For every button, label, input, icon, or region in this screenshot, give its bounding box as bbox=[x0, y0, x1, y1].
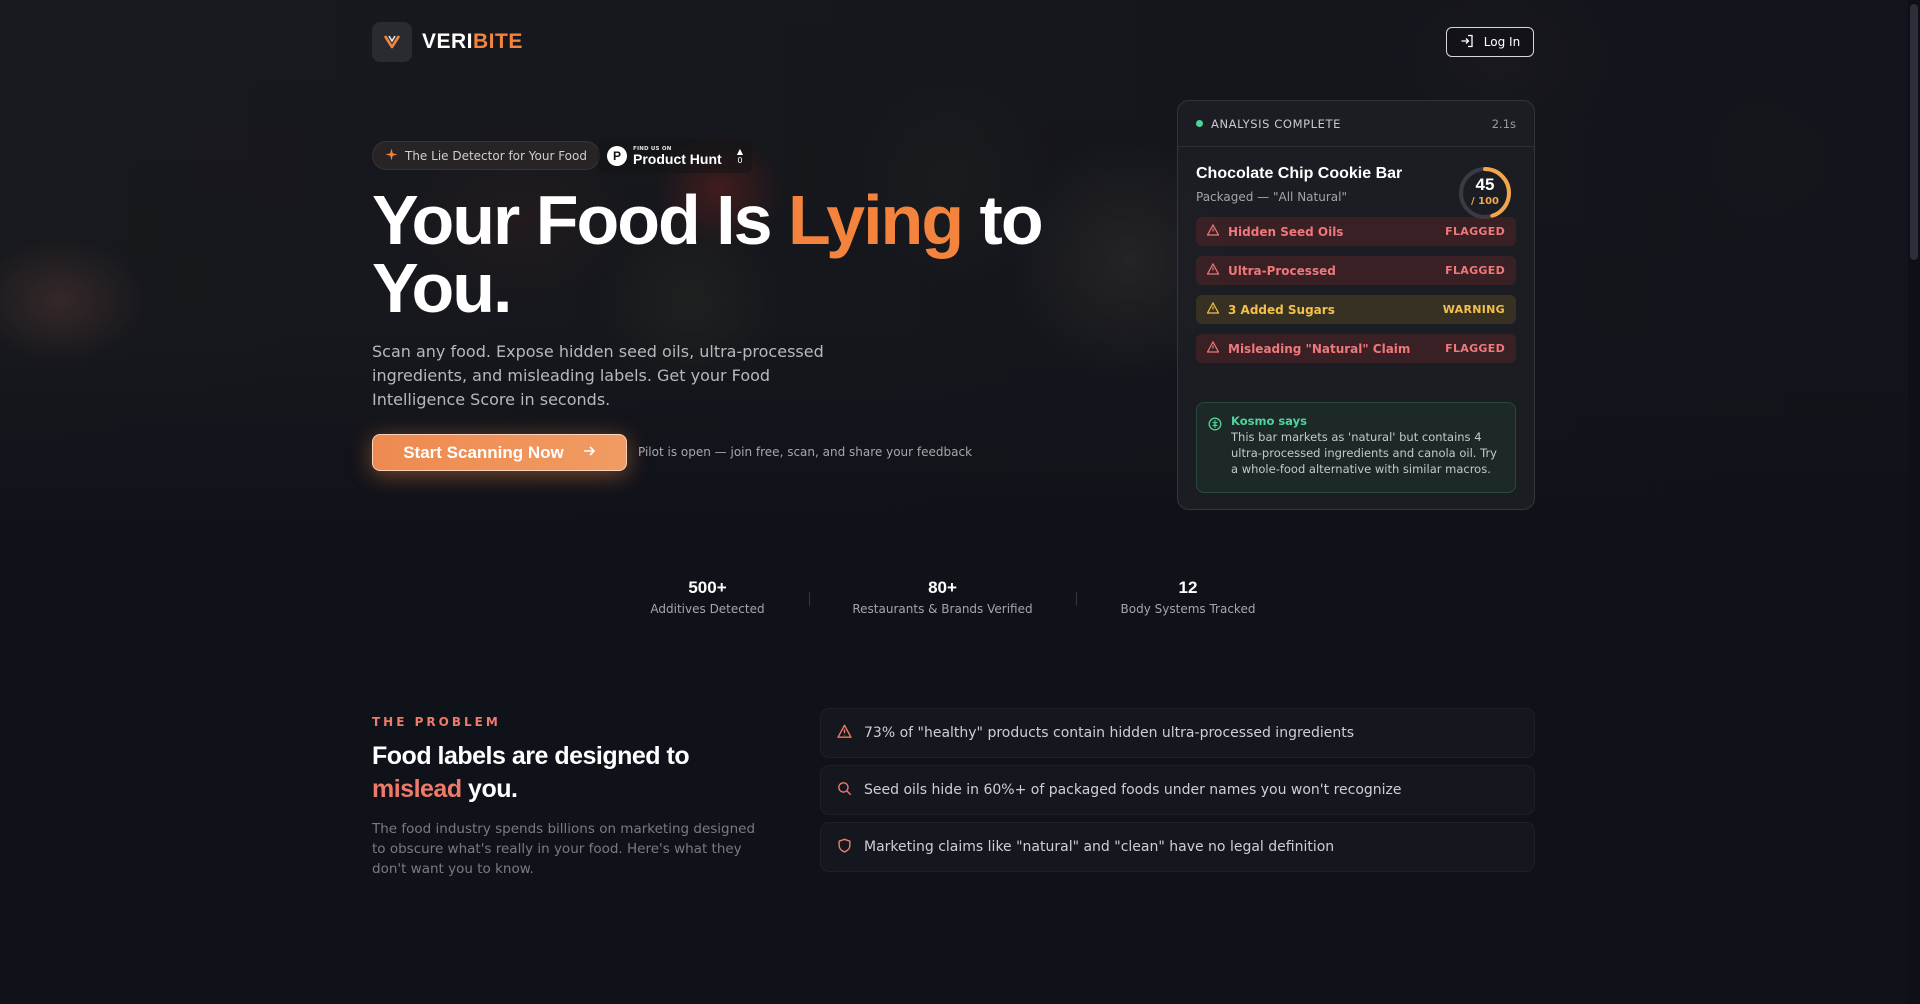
flag-label: Ultra-Processed bbox=[1228, 263, 1336, 278]
logo-mark-icon bbox=[372, 22, 412, 62]
product-hunt-name: Product Hunt bbox=[633, 151, 722, 167]
flag-row-added-sugars[interactable]: 3 Added Sugars WARNING bbox=[1196, 295, 1516, 324]
problem-title-accent: mislead bbox=[372, 775, 462, 803]
hero-headline: Your Food Is Lying to You. bbox=[372, 185, 1072, 323]
hero-subcopy: Scan any food. Expose hidden seed oils, … bbox=[372, 342, 824, 409]
stat-divider bbox=[1076, 592, 1077, 606]
problem-body: The food industry spends billions on mar… bbox=[372, 821, 756, 877]
shield-icon bbox=[837, 838, 852, 857]
problem-eyebrow: THE PROBLEM bbox=[372, 715, 501, 729]
score-max: / 100 bbox=[1470, 196, 1499, 207]
problem-item-ultra-processed: 73% of "healthy" products contain hidden… bbox=[820, 708, 1535, 758]
product-hunt-vote-count: 0 bbox=[737, 156, 743, 165]
brand-name-part1: VERI bbox=[422, 30, 474, 53]
flag-row-ultra-processed[interactable]: Ultra-Processed FLAGGED bbox=[1196, 256, 1516, 285]
kosmo-insight: Kosmo says This bar markets as 'natural'… bbox=[1196, 402, 1516, 493]
score-value: 45 bbox=[1475, 175, 1495, 194]
problem-item-seed-oils: Seed oils hide in 60%+ of packaged foods… bbox=[820, 765, 1535, 815]
analysis-time: 2.1s bbox=[1491, 116, 1516, 131]
brand-name-part2: BITE bbox=[473, 30, 523, 53]
stat-divider bbox=[809, 592, 810, 606]
cta-label: Start Scanning Now bbox=[403, 442, 564, 462]
flag-status: FLAGGED bbox=[1445, 225, 1505, 238]
login-icon bbox=[1460, 34, 1474, 51]
kosmo-title: Kosmo says bbox=[1231, 414, 1307, 428]
start-scanning-button[interactable]: Start Scanning Now bbox=[372, 434, 627, 471]
problem-item-marketing-claims: Marketing claims like "natural" and "cle… bbox=[820, 822, 1535, 872]
problem-title-part1: Food labels are designed to bbox=[372, 742, 690, 770]
sparkle-icon bbox=[385, 148, 398, 164]
score-gauge: 45 / 100 bbox=[1457, 165, 1513, 221]
arrow-right-icon bbox=[582, 443, 596, 463]
warning-icon bbox=[1206, 340, 1220, 356]
kosmo-text: This bar markets as 'natural' but contai… bbox=[1231, 430, 1497, 476]
upvote-icon: ▲ bbox=[736, 147, 743, 156]
stat-body-systems: 12 Body Systems Tracked bbox=[1113, 578, 1263, 616]
problem-title-part2: you. bbox=[461, 775, 518, 803]
stat-value: 500+ bbox=[688, 578, 727, 597]
brand-logo[interactable]: VERIBITE bbox=[372, 22, 523, 62]
flag-row-hidden-seed-oils[interactable]: Hidden Seed Oils FLAGGED bbox=[1196, 217, 1516, 246]
analysis-card: ANALYSIS COMPLETE 2.1s Chocolate Chip Co… bbox=[1177, 100, 1535, 510]
status-dot-icon bbox=[1196, 120, 1203, 127]
problem-item-text: Seed oils hide in 60%+ of packaged foods… bbox=[864, 782, 1402, 798]
warning-icon bbox=[1206, 262, 1220, 278]
flag-row-misleading-claim[interactable]: Misleading "Natural" Claim FLAGGED bbox=[1196, 334, 1516, 363]
warning-icon bbox=[837, 724, 852, 743]
problem-item-text: 73% of "healthy" products contain hidden… bbox=[864, 725, 1355, 741]
flag-label: Hidden Seed Oils bbox=[1228, 224, 1344, 239]
headline-part1: Your Food Is bbox=[372, 181, 789, 259]
product-name: Chocolate Chip Cookie Bar bbox=[1196, 165, 1403, 182]
problem-item-text: Marketing claims like "natural" and "cle… bbox=[864, 839, 1335, 855]
flag-status: WARNING bbox=[1442, 303, 1505, 316]
product-hunt-votes: ▲ 0 bbox=[737, 147, 743, 165]
product-subtitle: Packaged — "All Natural" bbox=[1196, 190, 1347, 204]
product-hunt-badge[interactable]: P FIND US ON Product Hunt ▲ 0 bbox=[598, 139, 752, 173]
login-label: Log In bbox=[1483, 35, 1521, 49]
problem-title: Food labels are designed to mislead you. bbox=[372, 740, 712, 806]
analysis-card-header: ANALYSIS COMPLETE 2.1s bbox=[1178, 101, 1534, 147]
analysis-status: ANALYSIS COMPLETE bbox=[1211, 116, 1341, 131]
brain-icon bbox=[1208, 416, 1222, 435]
flag-status: FLAGGED bbox=[1445, 264, 1505, 277]
headline-accent: Lying bbox=[788, 181, 964, 259]
search-icon bbox=[837, 781, 852, 800]
stat-value: 80+ bbox=[928, 578, 957, 597]
brand-name: VERIBITE bbox=[422, 30, 523, 54]
login-button[interactable]: Log In bbox=[1446, 27, 1534, 57]
warning-icon bbox=[1206, 223, 1220, 239]
stat-additives: 500+ Additives Detected bbox=[640, 578, 775, 616]
page-scrollbar[interactable] bbox=[1908, 0, 1920, 1004]
stat-label: Body Systems Tracked bbox=[1120, 602, 1256, 616]
flag-label: 3 Added Sugars bbox=[1228, 302, 1335, 317]
stat-label: Additives Detected bbox=[650, 602, 765, 616]
warning-icon bbox=[1206, 301, 1220, 317]
stat-brands: 80+ Restaurants & Brands Verified bbox=[845, 578, 1040, 616]
tagline-badge: The Lie Detector for Your Food bbox=[372, 141, 600, 170]
stat-value: 12 bbox=[1178, 578, 1198, 597]
tagline-text: The Lie Detector for Your Food bbox=[405, 148, 587, 163]
flag-status: FLAGGED bbox=[1445, 342, 1505, 355]
product-hunt-icon: P bbox=[607, 146, 627, 166]
flag-label: Misleading "Natural" Claim bbox=[1228, 341, 1411, 356]
stat-label: Restaurants & Brands Verified bbox=[852, 602, 1033, 616]
scrollbar-thumb[interactable] bbox=[1910, 4, 1918, 260]
cta-note: Pilot is open — join free, scan, and sha… bbox=[638, 445, 973, 459]
